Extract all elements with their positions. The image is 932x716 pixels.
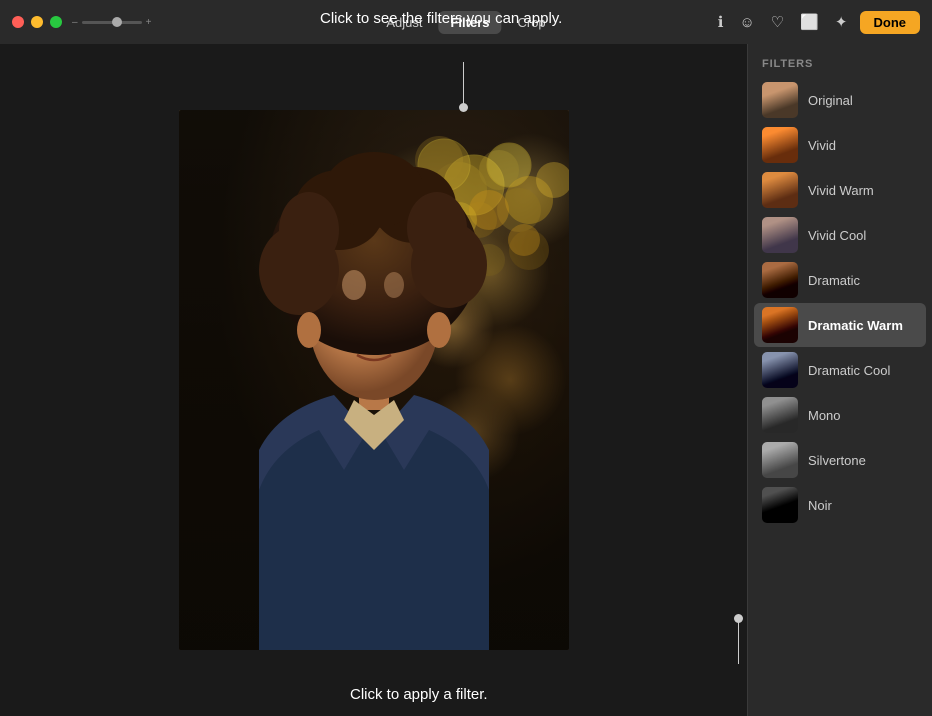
magic-button[interactable]: ✦: [831, 11, 852, 33]
favorite-button[interactable]: ♡: [767, 11, 788, 33]
tab-adjust[interactable]: Adjust: [374, 11, 434, 34]
info-button[interactable]: ℹ: [714, 11, 728, 33]
zoom-out-icon: –: [72, 17, 78, 28]
filter-name-dramatic: Dramatic: [808, 273, 860, 288]
filter-item-vivid[interactable]: Vivid: [754, 123, 926, 167]
filter-name-original: Original: [808, 93, 853, 108]
filter-name-vivid-cool: Vivid Cool: [808, 228, 866, 243]
toolbar-right: ℹ ☺ ♡ ⬜ ✦ Done: [714, 11, 920, 34]
maximize-button[interactable]: [50, 16, 62, 28]
tab-filters[interactable]: Filters: [438, 11, 501, 34]
filter-thumb-silvertone: [762, 442, 798, 478]
filter-list: Original Vivid Vivid Warm Vivid Cool Dra…: [748, 78, 932, 716]
share-button[interactable]: ⬜: [796, 11, 823, 33]
callout-line-top: [463, 62, 464, 107]
filter-name-vivid: Vivid: [808, 138, 836, 153]
toolbar-tabs: Adjust Filters Crop: [374, 11, 557, 34]
filter-name-mono: Mono: [808, 408, 841, 423]
traffic-lights: [12, 16, 62, 28]
zoom-slider[interactable]: [82, 21, 142, 24]
filter-name-silvertone: Silvertone: [808, 453, 866, 468]
filter-thumb-noir: [762, 487, 798, 523]
callout-bottom: Click to apply a filter.: [350, 684, 488, 706]
titlebar: – + Adjust Filters Crop ℹ ☺ ♡ ⬜ ✦ Done: [0, 0, 932, 44]
filter-item-dramatic-cool[interactable]: Dramatic Cool: [754, 348, 926, 392]
close-button[interactable]: [12, 16, 24, 28]
filter-item-silvertone[interactable]: Silvertone: [754, 438, 926, 482]
filter-thumb-dramatic-warm: [762, 307, 798, 343]
filter-item-original[interactable]: Original: [754, 78, 926, 122]
emoji-button[interactable]: ☺: [735, 12, 758, 33]
callout-bottom-text: Click to apply a filter.: [350, 686, 488, 703]
main-area: Click to see the filters you can apply. …: [0, 44, 932, 716]
filter-item-noir[interactable]: Noir: [754, 483, 926, 527]
filter-thumb-vivid: [762, 127, 798, 163]
filter-name-vivid-warm: Vivid Warm: [808, 183, 874, 198]
photo-main: [179, 110, 569, 650]
sidebar-title: FILTERS: [748, 44, 932, 78]
photo-container: [179, 110, 569, 650]
filter-item-mono[interactable]: Mono: [754, 393, 926, 437]
filter-item-dramatic[interactable]: Dramatic: [754, 258, 926, 302]
zoom-slider-area: – +: [72, 17, 151, 28]
tab-crop[interactable]: Crop: [505, 11, 557, 34]
filter-thumb-vivid-warm: [762, 172, 798, 208]
zoom-thumb: [112, 17, 122, 27]
filter-item-dramatic-warm[interactable]: Dramatic Warm: [754, 303, 926, 347]
filter-item-vivid-cool[interactable]: Vivid Cool: [754, 213, 926, 257]
filter-thumb-dramatic-cool: [762, 352, 798, 388]
callout-line-bottom: [738, 619, 739, 664]
filter-thumb-vivid-cool: [762, 217, 798, 253]
filters-sidebar: FILTERS Original Vivid Vivid Warm Vivid …: [747, 44, 932, 716]
filter-thumb-mono: [762, 397, 798, 433]
filter-name-dramatic-warm: Dramatic Warm: [808, 318, 903, 333]
photo-svg: [179, 110, 569, 650]
filter-thumb-original: [762, 82, 798, 118]
filter-thumb-dramatic: [762, 262, 798, 298]
minimize-button[interactable]: [31, 16, 43, 28]
filter-item-vivid-warm[interactable]: Vivid Warm: [754, 168, 926, 212]
done-button[interactable]: Done: [860, 11, 921, 34]
filter-name-dramatic-cool: Dramatic Cool: [808, 363, 890, 378]
filter-name-noir: Noir: [808, 498, 832, 513]
photo-area: Click to see the filters you can apply. …: [0, 44, 747, 716]
zoom-in-icon: +: [146, 17, 152, 28]
